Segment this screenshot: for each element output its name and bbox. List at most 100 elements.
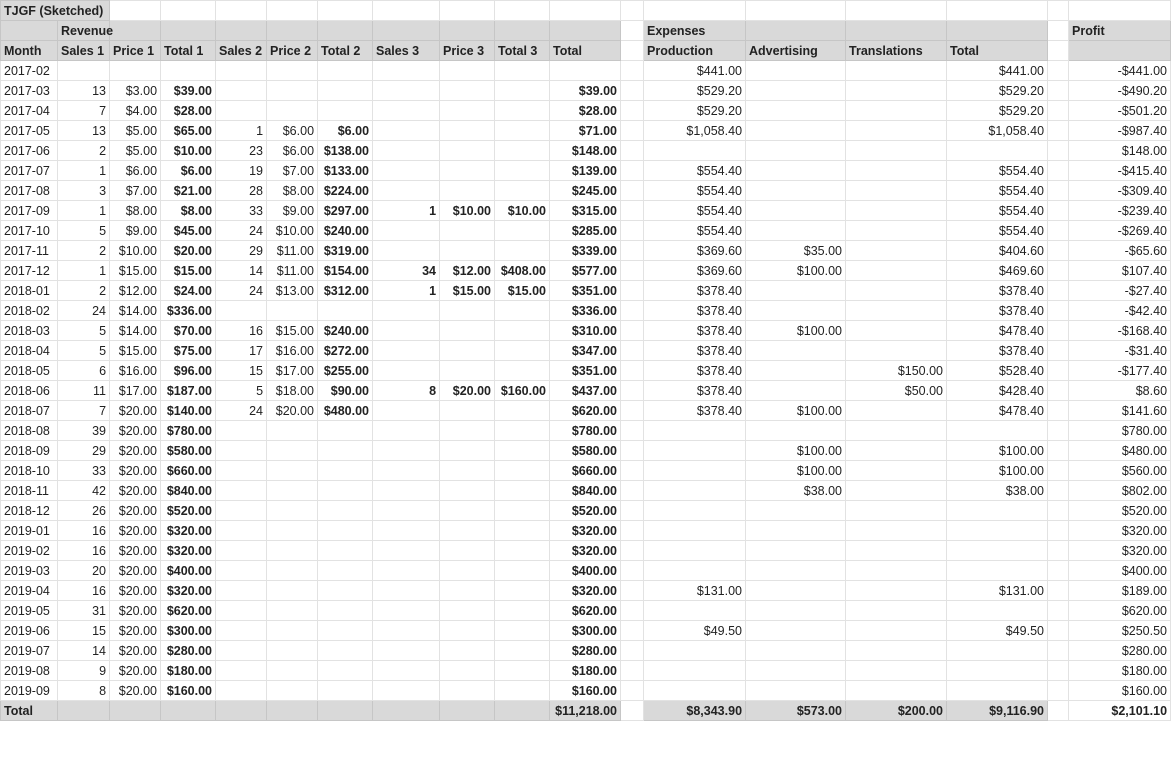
- profit-cell[interactable]: -$168.40: [1068, 320, 1171, 341]
- empty-cell[interactable]: [1047, 360, 1070, 381]
- sales1-cell[interactable]: 24: [56, 300, 111, 321]
- sales1-cell[interactable]: 1: [56, 260, 111, 281]
- empty-cell[interactable]: [549, 0, 622, 21]
- price2-cell[interactable]: [266, 60, 319, 81]
- advertising-cell[interactable]: [745, 340, 847, 361]
- price3-cell[interactable]: [439, 500, 496, 521]
- revenue-total-cell[interactable]: $280.00: [549, 640, 622, 661]
- empty-cell[interactable]: [620, 420, 645, 441]
- price2-cell[interactable]: $11.00: [266, 240, 319, 261]
- price1-cell[interactable]: [109, 60, 162, 81]
- profit-cell[interactable]: -$27.40: [1068, 280, 1171, 301]
- production-cell[interactable]: $378.40: [643, 360, 747, 381]
- total2-cell[interactable]: $312.00: [317, 280, 374, 301]
- sales3-cell[interactable]: [372, 420, 441, 441]
- price3-cell[interactable]: [439, 580, 496, 601]
- total2-cell[interactable]: $138.00: [317, 140, 374, 161]
- production-cell[interactable]: [643, 660, 747, 681]
- empty-cell[interactable]: [620, 700, 645, 721]
- expenses-total-cell[interactable]: $428.40: [946, 380, 1049, 401]
- total3-cell[interactable]: [494, 560, 551, 581]
- total-total3-cell[interactable]: [494, 700, 551, 721]
- price2-cell[interactable]: $9.00: [266, 200, 319, 221]
- price1-cell[interactable]: $15.00: [109, 340, 162, 361]
- sales1-cell[interactable]: 20: [56, 560, 111, 581]
- price1-cell[interactable]: $20.00: [109, 560, 162, 581]
- sales3-cell[interactable]: [372, 580, 441, 601]
- price1-cell[interactable]: $20.00: [109, 620, 162, 641]
- total2-cell[interactable]: [317, 560, 374, 581]
- total3-cell[interactable]: [494, 120, 551, 141]
- sales1-cell[interactable]: 42: [56, 480, 111, 501]
- profit-cell[interactable]: $148.00: [1068, 140, 1171, 161]
- total1-cell[interactable]: $780.00: [160, 420, 217, 441]
- empty-cell[interactable]: [620, 360, 645, 381]
- production-cell[interactable]: [643, 420, 747, 441]
- empty-cell[interactable]: [1047, 160, 1070, 181]
- translations-cell[interactable]: [845, 540, 948, 561]
- translations-cell[interactable]: [845, 180, 948, 201]
- total2-cell[interactable]: [317, 460, 374, 481]
- empty-cell[interactable]: [1047, 600, 1070, 621]
- production-cell[interactable]: $369.60: [643, 260, 747, 281]
- empty-cell[interactable]: [620, 680, 645, 701]
- total1-cell[interactable]: $280.00: [160, 640, 217, 661]
- empty-cell[interactable]: [620, 480, 645, 501]
- price3-cell[interactable]: [439, 660, 496, 681]
- production-cell[interactable]: $554.40: [643, 180, 747, 201]
- empty-cell[interactable]: [1047, 80, 1070, 101]
- total1-cell[interactable]: $70.00: [160, 320, 217, 341]
- advertising-cell[interactable]: [745, 500, 847, 521]
- total3-cell[interactable]: $10.00: [494, 200, 551, 221]
- sales1-cell[interactable]: 14: [56, 640, 111, 661]
- profit-cell[interactable]: $802.00: [1068, 480, 1171, 501]
- empty-cell[interactable]: [317, 0, 374, 21]
- total1-cell[interactable]: $8.00: [160, 200, 217, 221]
- total3-cell[interactable]: [494, 360, 551, 381]
- header-cell[interactable]: [109, 20, 162, 41]
- expenses-total-cell[interactable]: $529.20: [946, 100, 1049, 121]
- price1-cell[interactable]: $20.00: [109, 660, 162, 681]
- price3-cell[interactable]: [439, 640, 496, 661]
- price3-cell[interactable]: $12.00: [439, 260, 496, 281]
- expenses-total-cell[interactable]: [946, 420, 1049, 441]
- total3-cell[interactable]: [494, 440, 551, 461]
- total-price3-cell[interactable]: [439, 700, 496, 721]
- total2-cell[interactable]: [317, 80, 374, 101]
- price2-cell[interactable]: $11.00: [266, 260, 319, 281]
- price2-cell[interactable]: [266, 680, 319, 701]
- revenue-total-cell[interactable]: $620.00: [549, 400, 622, 421]
- sales1-cell[interactable]: 26: [56, 500, 111, 521]
- total3-cell[interactable]: [494, 600, 551, 621]
- header-cell[interactable]: [745, 20, 847, 41]
- empty-cell[interactable]: [1047, 120, 1070, 141]
- profit-cell[interactable]: $480.00: [1068, 440, 1171, 461]
- expenses-total-cell[interactable]: [946, 600, 1049, 621]
- empty-cell[interactable]: [620, 60, 645, 81]
- production-cell[interactable]: [643, 600, 747, 621]
- empty-cell[interactable]: [1047, 660, 1070, 681]
- advertising-cell[interactable]: $100.00: [745, 460, 847, 481]
- empty-cell[interactable]: [1047, 480, 1070, 501]
- price3-cell[interactable]: [439, 120, 496, 141]
- total3-cell[interactable]: [494, 580, 551, 601]
- advertising-cell[interactable]: [745, 560, 847, 581]
- sales3-cell[interactable]: [372, 520, 441, 541]
- production-cell[interactable]: $378.40: [643, 320, 747, 341]
- total3-cell[interactable]: [494, 620, 551, 641]
- advertising-cell[interactable]: [745, 420, 847, 441]
- month-cell[interactable]: 2019-03: [0, 560, 58, 581]
- revenue-total-cell[interactable]: $285.00: [549, 220, 622, 241]
- sales2-cell[interactable]: 5: [215, 380, 268, 401]
- advertising-cell[interactable]: [745, 160, 847, 181]
- translations-cell[interactable]: [845, 280, 948, 301]
- empty-cell[interactable]: [1068, 0, 1171, 21]
- header-cell[interactable]: [946, 20, 1049, 41]
- sales2-cell[interactable]: [215, 660, 268, 681]
- price3-cell[interactable]: [439, 560, 496, 581]
- total2-cell[interactable]: $297.00: [317, 200, 374, 221]
- sales1-cell[interactable]: 16: [56, 540, 111, 561]
- sales2-cell[interactable]: 24: [215, 400, 268, 421]
- price1-cell[interactable]: $20.00: [109, 520, 162, 541]
- total2-cell[interactable]: $240.00: [317, 220, 374, 241]
